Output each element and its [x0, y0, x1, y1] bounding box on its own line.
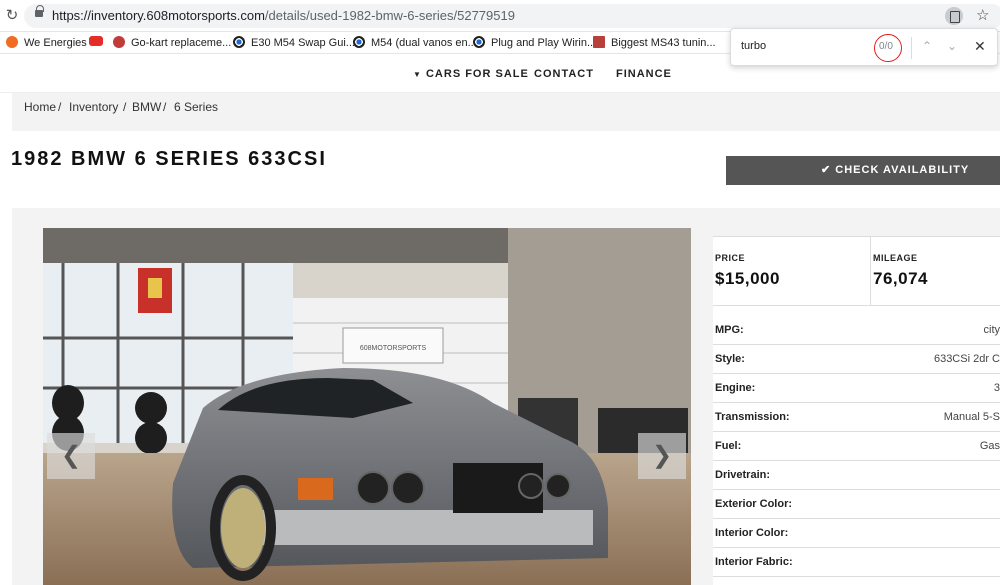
- spec-label: Style:: [715, 353, 745, 365]
- chevron-right-icon: ❯: [651, 442, 673, 469]
- spec-row-transmission: Transmission: Manual 5-S: [713, 403, 1000, 432]
- nav-finance[interactable]: FINANCE: [616, 68, 672, 80]
- spec-row-engine: Engine: 3: [713, 374, 1000, 403]
- spec-label: MPG:: [715, 324, 744, 336]
- mileage-label: MILEAGE: [873, 253, 918, 263]
- spec-row-fuel: Fuel: Gas: [713, 432, 1000, 461]
- mileage-cell: MILEAGE 76,074: [871, 236, 1000, 306]
- youtube-icon: [89, 36, 103, 46]
- price-cell: PRICE $15,000: [713, 236, 871, 306]
- carousel-next-button[interactable]: ❯: [638, 433, 686, 479]
- chevron-down-icon[interactable]: ⌄: [947, 39, 957, 53]
- dropdown-caret-icon: ▼: [413, 70, 422, 79]
- nav-contact[interactable]: CONTACT: [534, 68, 594, 80]
- bookmark-m54-dual-vanos[interactable]: M54 (dual vanos en...: [353, 35, 477, 51]
- breadcrumb-bmw[interactable]: BMW: [132, 100, 161, 114]
- bookmark-we-energies[interactable]: We Energies: [6, 35, 87, 51]
- bookmark-plug-and-play[interactable]: Plug and Play Wirin...: [473, 35, 596, 51]
- bookmark-label: Plug and Play Wirin...: [491, 37, 597, 49]
- spec-row-drivetrain: Drivetrain:: [713, 461, 1000, 490]
- breadcrumb-inventory[interactable]: Inventory: [69, 100, 118, 114]
- spec-value: 633CSi 2dr C: [933, 353, 1000, 365]
- chevron-up-icon[interactable]: ⌃: [922, 39, 932, 53]
- spec-row-style: Style: 633CSi 2dr C: [713, 345, 1000, 374]
- spec-row-exterior-color: Exterior Color:: [713, 490, 1000, 519]
- breadcrumb: Home / Inventory / BMW / 6 Series: [12, 93, 1000, 131]
- showroom-sign: 608MOTORSPORTS: [360, 345, 427, 352]
- spec-label: Fuel:: [715, 440, 742, 452]
- spec-value: Manual 5-S: [943, 411, 1000, 423]
- check-availability-button[interactable]: ✔ CHECK AVAILABILITY: [726, 156, 1000, 185]
- bookmark-youtube[interactable]: [89, 35, 109, 51]
- spec-label: Engine:: [715, 382, 756, 394]
- bookmark-label: Go-kart replaceme...: [131, 37, 232, 49]
- reload-icon[interactable]: ↻: [4, 8, 20, 24]
- vehicle-photo[interactable]: 608MOTORSPORTS: [43, 228, 691, 585]
- divider: [911, 37, 912, 59]
- breadcrumb-separator: /: [163, 100, 167, 114]
- bmw-icon: [233, 36, 245, 48]
- carousel-prev-button[interactable]: ❮: [47, 433, 95, 479]
- ms-icon: [593, 36, 605, 48]
- button-label: CHECK AVAILABILITY: [835, 164, 970, 176]
- mileage-value: 76,074: [873, 269, 928, 288]
- bookmark-label: Biggest MS43 tunin...: [611, 37, 716, 49]
- lock-icon: [35, 5, 44, 17]
- breadcrumb-home[interactable]: Home: [24, 100, 56, 114]
- price-value: $15,000: [715, 269, 780, 288]
- address-bar[interactable]: https://inventory.608motorsports.com/det…: [24, 4, 1000, 28]
- bmw-icon: [473, 36, 485, 48]
- bookmark-ms43[interactable]: Biggest MS43 tunin...: [593, 35, 716, 51]
- gokart-icon: [113, 36, 125, 48]
- bookmark-star-icon[interactable]: ☆: [976, 6, 989, 24]
- spec-label: Interior Fabric:: [715, 556, 793, 568]
- nav-label: CARS FOR SALE: [425, 68, 529, 80]
- bookmark-label: E30 M54 Swap Gui...: [251, 37, 355, 49]
- bookmark-e30-m54[interactable]: E30 M54 Swap Gui...: [233, 35, 355, 51]
- spec-value: Gas: [979, 440, 1000, 452]
- spec-value: city: [983, 324, 1000, 336]
- spec-row-mpg: MPG: city: [713, 316, 1000, 345]
- bmw-icon: [353, 36, 365, 48]
- spec-label: Exterior Color:: [715, 498, 793, 510]
- spec-value: 3: [993, 382, 1000, 394]
- spec-label: Transmission:: [715, 411, 790, 423]
- chevron-left-icon: ❮: [60, 442, 82, 469]
- find-bar: 0/0 ⌃ ⌄ ✕: [730, 28, 998, 66]
- breadcrumb-separator: /: [123, 100, 127, 114]
- url-host: https://inventory.608motorsports.com: [52, 8, 265, 23]
- bookmark-label: We Energies: [24, 37, 87, 49]
- car-image: 608MOTORSPORTS: [43, 228, 691, 585]
- page-title: 1982 BMW 6 SERIES 633CSI: [11, 148, 327, 170]
- vehicle-specs: PRICE $15,000 MILEAGE 76,074 MPG: city St…: [713, 236, 1000, 585]
- spec-row-interior-fabric: Interior Fabric:: [713, 548, 1000, 577]
- spec-label: Drivetrain:: [715, 469, 771, 481]
- bookmark-label: M54 (dual vanos en...: [371, 37, 477, 49]
- close-icon[interactable]: ✕: [974, 38, 986, 55]
- checkmark-icon: ✔: [821, 164, 832, 176]
- find-match-count: 0/0: [879, 41, 893, 52]
- page-action-icon[interactable]: [945, 7, 963, 25]
- url-path: /details/used-1982-bmw-6-series/52779519: [264, 8, 515, 23]
- breadcrumb-6-series: 6 Series: [174, 100, 219, 114]
- breadcrumb-separator: /: [58, 100, 62, 114]
- nav-cars-for-sale[interactable]: ▼ CARS FOR SALE: [413, 68, 529, 80]
- bookmark-gokart[interactable]: Go-kart replaceme...: [113, 35, 231, 51]
- price-label: PRICE: [715, 253, 746, 263]
- url-text[interactable]: https://inventory.608motorsports.com/det…: [52, 8, 515, 23]
- we-energies-icon: [6, 36, 18, 48]
- spec-row-interior-color: Interior Color:: [713, 519, 1000, 548]
- spec-label: Interior Color:: [715, 527, 789, 539]
- find-input[interactable]: [741, 40, 861, 52]
